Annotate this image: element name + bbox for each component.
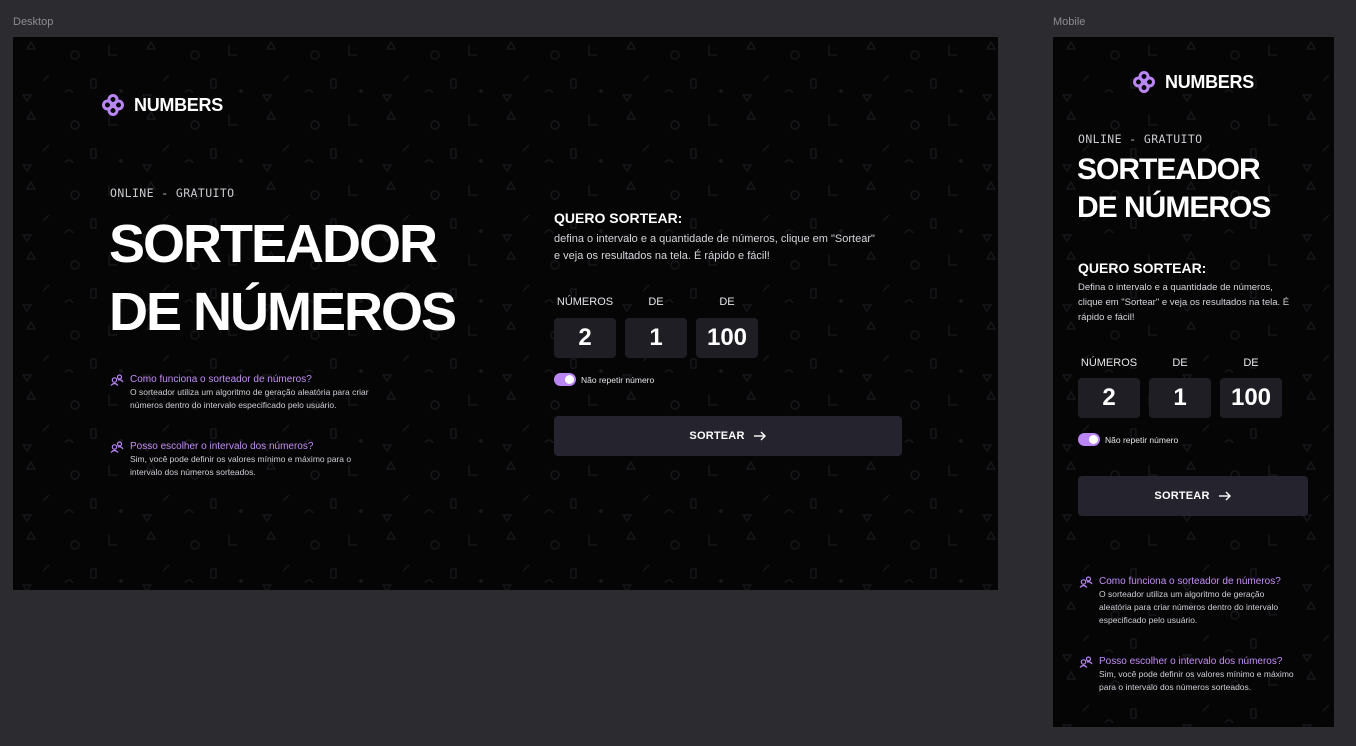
hero-title-line2: DE NÚMEROS — [109, 282, 457, 342]
faq-answer: O sorteador utiliza um algoritmo de gera… — [130, 387, 369, 397]
desktop-frame: NUMBERS ONLINE - GRATUITO SORTEADOR DE N… — [13, 37, 998, 590]
form-title: QUERO SORTEAR: — [1078, 260, 1207, 276]
faq-question: Posso escolher o intervalo dos números? — [130, 441, 314, 452]
quantity-input[interactable]: 2 — [1078, 378, 1140, 418]
min-input[interactable]: 1 — [1149, 378, 1211, 418]
field-label-numeros: NÚMEROS — [1080, 357, 1138, 369]
flower-logo-icon — [102, 94, 124, 116]
desktop-frame-label: Desktop — [13, 16, 54, 28]
field-label-ate: DE — [1243, 357, 1259, 369]
faq-answer: especificado pelo usuário. — [1099, 615, 1198, 625]
people-icon — [1079, 576, 1093, 588]
arrow-right-icon — [753, 431, 766, 441]
mobile-frame: NUMBERS ONLINE - GRATUITO SORTEADOR DE N… — [1053, 37, 1334, 727]
hero-eyebrow: ONLINE - GRATUITO — [1078, 132, 1203, 146]
faq-item[interactable]: Como funciona o sorteador de números? O … — [110, 373, 369, 412]
faq-answer: Sim, você pode definir os valores mínimo… — [130, 454, 352, 464]
faq-answer: O sorteador utiliza um algoritmo de gera… — [1099, 589, 1265, 599]
field-label-numeros: NÚMEROS — [556, 296, 614, 308]
max-input[interactable]: 100 — [696, 318, 758, 358]
faq-answer: intervalo dos números sorteados. — [130, 467, 256, 477]
no-repeat-label: Não repetir número — [581, 374, 655, 385]
faq-question: Como funciona o sorteador de números? — [130, 374, 312, 385]
people-icon — [110, 374, 124, 386]
hero-eyebrow: ONLINE - GRATUITO — [110, 186, 235, 200]
form-description: defina o intervalo e a quantidade de núm… — [554, 231, 875, 265]
form-description-line: defina o intervalo e a quantidade de núm… — [554, 233, 875, 245]
no-repeat-label: Não repetir número — [1105, 434, 1179, 445]
max-input[interactable]: 100 — [1220, 378, 1282, 418]
faq-item[interactable]: Como funciona o sorteador de números? O … — [1079, 575, 1281, 627]
faq-answer: Sim, você pode definir os valores mínimo… — [1099, 669, 1294, 679]
no-repeat-toggle-row[interactable]: Não repetir número — [1078, 433, 1178, 446]
people-icon — [1079, 656, 1093, 668]
field-label-de: DE — [1172, 357, 1188, 369]
faq-question: Como funciona o sorteador de números? — [1099, 576, 1281, 587]
min-input[interactable]: 1 — [625, 318, 687, 358]
people-icon — [110, 441, 124, 453]
hero-title-line1: SORTEADOR — [1077, 153, 1261, 186]
brand-name: NUMBERS — [1165, 71, 1254, 92]
form-title: QUERO SORTEAR: — [554, 210, 683, 226]
faq-item[interactable]: Posso escolher o intervalo dos números? … — [110, 440, 351, 479]
brand-logo[interactable]: NUMBERS — [1132, 70, 1254, 94]
sortear-button-label: SORTEAR — [689, 430, 745, 442]
sortear-button[interactable]: SORTEAR — [1078, 476, 1308, 516]
no-repeat-toggle[interactable] — [554, 373, 576, 386]
faq-answer: para o intervalo dos números sorteados. — [1099, 682, 1252, 692]
form-description: Defina o intervalo e a quantidade de núm… — [1078, 280, 1289, 325]
form-description-line: clique em "Sortear" e veja os resultados… — [1078, 297, 1290, 308]
form-description-line: rápido e fácil! — [1078, 312, 1135, 323]
brand-name: NUMBERS — [134, 94, 223, 115]
form-description-line: e veja os resultados na tela. É rápido e… — [554, 250, 770, 262]
arrow-right-icon — [1218, 491, 1231, 501]
brand-logo[interactable]: NUMBERS — [101, 93, 223, 117]
no-repeat-toggle-row[interactable]: Não repetir número — [554, 373, 654, 386]
field-label-de: DE — [648, 296, 664, 308]
faq-question: Posso escolher o intervalo dos números? — [1099, 656, 1283, 667]
hero-title-line2: DE NÚMEROS — [1077, 191, 1271, 224]
faq-item[interactable]: Posso escolher o intervalo dos números? … — [1079, 655, 1294, 694]
sortear-button-label: SORTEAR — [1154, 490, 1210, 502]
mobile-frame-label: Mobile — [1053, 16, 1086, 28]
faq-answer: números dentro do intervalo especificado… — [130, 400, 337, 410]
sortear-button[interactable]: SORTEAR — [554, 416, 902, 456]
quantity-input[interactable]: 2 — [554, 318, 616, 358]
form-description-line: Defina o intervalo e a quantidade de núm… — [1078, 282, 1273, 293]
flower-logo-icon — [1133, 71, 1155, 93]
no-repeat-toggle[interactable] — [1078, 433, 1100, 446]
faq-answer: aleatória para criar números dentro do i… — [1099, 602, 1279, 612]
field-label-ate: DE — [719, 296, 735, 308]
hero-title-line1: SORTEADOR — [109, 214, 438, 274]
